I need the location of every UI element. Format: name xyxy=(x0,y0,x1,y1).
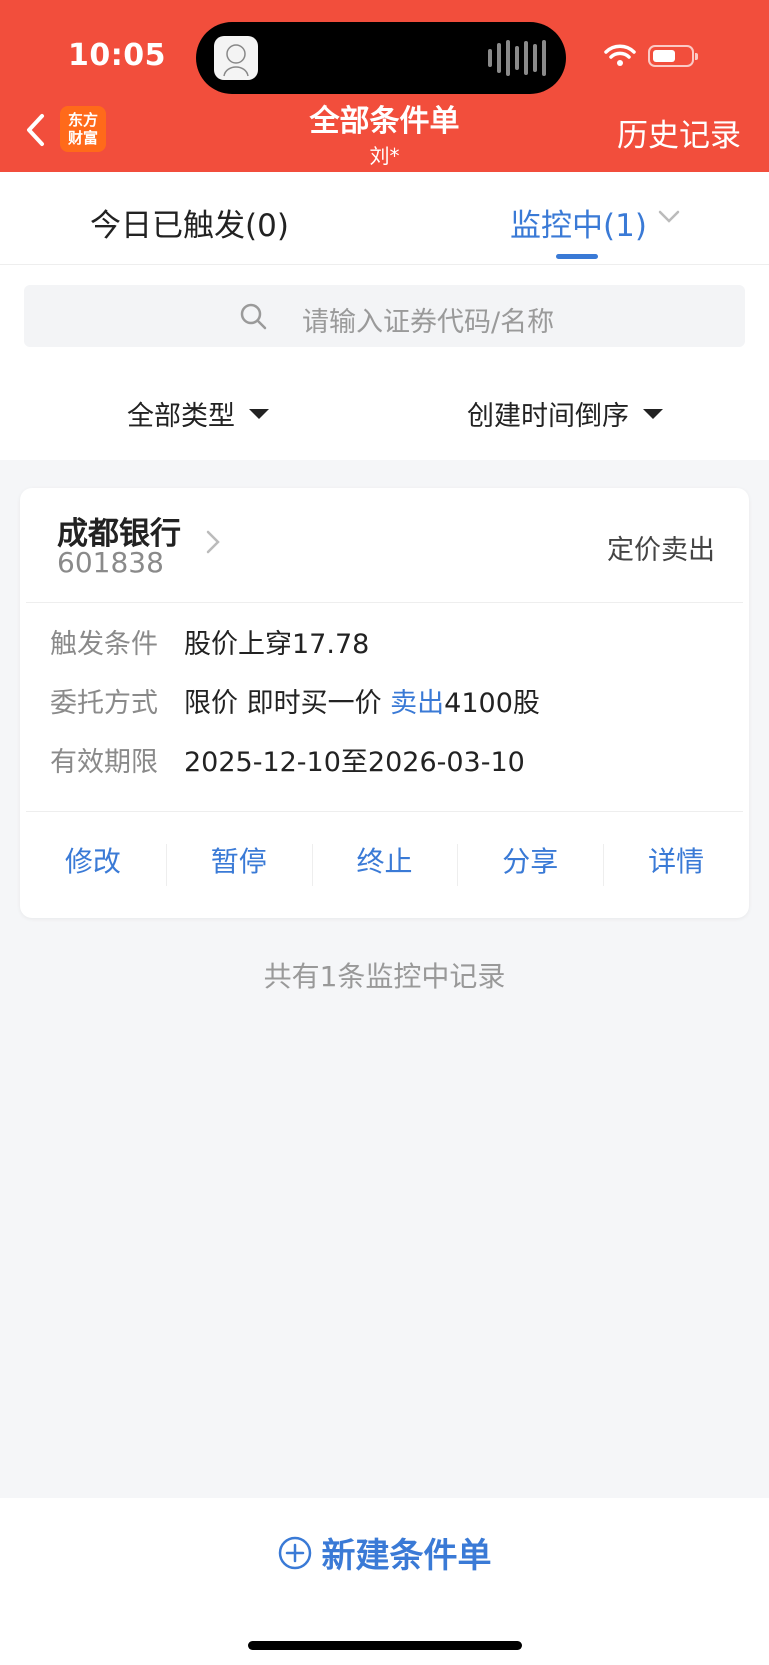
search-section: 请输入证券代码/名称 xyxy=(0,265,769,360)
order-method-row: 委托方式 限价 即时买一价 卖出4100股 xyxy=(50,681,540,720)
trigger-condition-value: 股价上穿17.78 xyxy=(184,629,370,660)
card-divider xyxy=(26,602,743,603)
app-thumbnail-icon xyxy=(214,36,258,80)
history-button[interactable]: 历史记录 xyxy=(617,110,741,155)
dynamic-island xyxy=(196,22,566,94)
wifi-icon xyxy=(604,44,636,66)
battery-icon xyxy=(648,45,698,67)
type-filter-label: 全部类型 xyxy=(127,401,235,432)
stock-code: 601838 xyxy=(57,546,164,579)
order-direction: 卖出 xyxy=(390,688,445,719)
bottom-bar: 新建条件单 xyxy=(0,1498,769,1665)
card-actions: 修改 暂停 终止 分享 详情 xyxy=(20,812,749,912)
tab-monitoring[interactable]: 监控中(1) xyxy=(510,200,647,245)
new-order-label: 新建条件单 xyxy=(321,1536,492,1576)
record-count-note: 共有1条监控中记录 xyxy=(263,960,506,993)
order-method-label: 委托方式 xyxy=(50,688,158,719)
chevron-down-icon[interactable] xyxy=(658,210,680,224)
tab-triggered-today[interactable]: 今日已触发(0) xyxy=(90,200,289,245)
validity-value: 2025-12-10至2026-03-10 xyxy=(184,747,525,778)
search-input[interactable]: 请输入证券代码/名称 xyxy=(24,285,745,347)
new-condition-order-button[interactable]: 新建条件单 xyxy=(0,1528,769,1577)
app-header: 10:05 东方 财富 全部条件单 刘* 历史记录 xyxy=(0,0,769,172)
order-type-label: 定价卖出 xyxy=(607,535,715,566)
caret-down-icon xyxy=(249,408,269,419)
order-method-value: 限价 即时买一价 卖出4100股 xyxy=(184,681,540,720)
search-placeholder: 请输入证券代码/名称 xyxy=(302,307,555,338)
validity-label: 有效期限 xyxy=(50,747,158,778)
terminate-button[interactable]: 终止 xyxy=(311,812,458,912)
plus-circle-icon xyxy=(278,1536,311,1569)
sort-label: 创建时间倒序 xyxy=(467,401,629,432)
caret-down-icon xyxy=(643,408,663,419)
search-icon xyxy=(240,303,267,330)
tab-bar: 今日已触发(0) 监控中(1) xyxy=(0,172,769,265)
audio-wave-icon xyxy=(488,40,546,76)
trigger-condition-row: 触发条件 股价上穿17.78 xyxy=(50,622,369,661)
filter-bar: 全部类型 创建时间倒序 xyxy=(0,360,769,460)
share-button[interactable]: 分享 xyxy=(457,812,603,912)
condition-order-card: 成都银行 601838 定价卖出 触发条件 股价上穿17.78 委托方式 限价 … xyxy=(20,488,749,918)
sort-dropdown[interactable]: 创建时间倒序 xyxy=(467,394,663,433)
status-time: 10:05 xyxy=(68,38,166,73)
order-method-price: 限价 即时买一价 xyxy=(184,688,391,719)
type-filter-dropdown[interactable]: 全部类型 xyxy=(127,394,269,433)
details-button[interactable]: 详情 xyxy=(603,812,749,912)
modify-button[interactable]: 修改 xyxy=(20,812,166,912)
active-tab-indicator xyxy=(556,254,598,259)
chevron-right-icon[interactable] xyxy=(206,530,220,554)
validity-row: 有效期限 2025-12-10至2026-03-10 xyxy=(50,740,525,779)
pause-button[interactable]: 暂停 xyxy=(165,812,312,912)
home-indicator[interactable] xyxy=(248,1641,522,1650)
trigger-condition-label: 触发条件 xyxy=(50,629,158,660)
order-quantity: 4100股 xyxy=(444,688,540,719)
